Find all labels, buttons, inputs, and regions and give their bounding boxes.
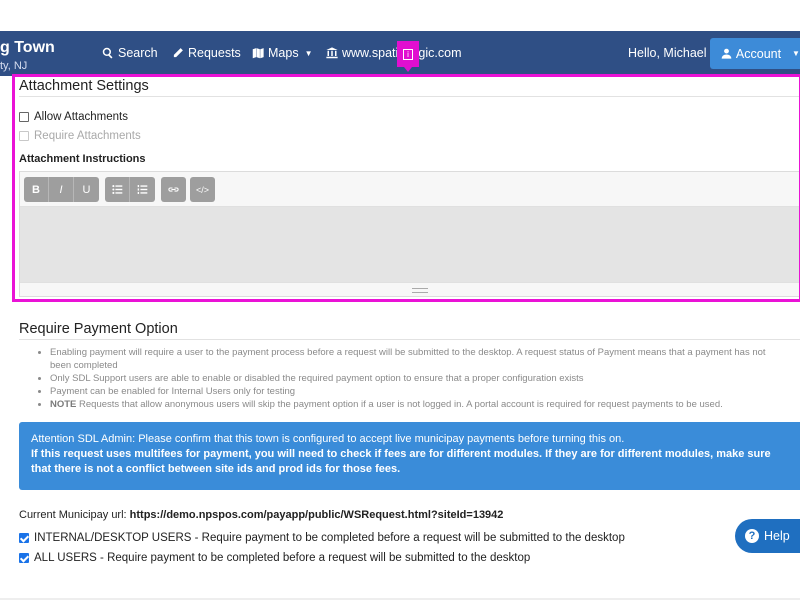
question-icon: ? (745, 529, 759, 543)
info-icon: i (403, 48, 413, 60)
payment-info-list: Enabling payment will require a user to … (38, 346, 788, 411)
admin-alert: Attention SDL Admin: Please confirm that… (19, 422, 800, 490)
numbered-list-icon (137, 185, 148, 194)
require-attachments-checkbox (19, 131, 29, 141)
map-icon (252, 48, 264, 59)
bulleted-list-button[interactable] (105, 177, 130, 202)
nav-maps-dropdown[interactable]: Maps ▼ (252, 46, 313, 60)
list-item: Only SDL Support users are able to enabl… (50, 372, 788, 385)
help-button[interactable]: ? Help (735, 519, 800, 553)
all-users-payment-label: ALL USERS - Require payment to be comple… (34, 552, 531, 564)
bold-icon: B (32, 183, 40, 196)
link-group (161, 177, 186, 202)
list-item: Enabling payment will require a user to … (50, 346, 788, 372)
list-group (105, 177, 155, 202)
attachment-instructions-input[interactable] (20, 207, 799, 282)
require-attachments-option: Require Attachments (19, 130, 141, 142)
list-item: NOTE Requests that allow anonymous users… (50, 398, 788, 411)
internal-users-payment-checkbox[interactable] (19, 533, 29, 543)
italic-icon: I (59, 183, 63, 196)
account-dropdown-toggle[interactable]: ▼ (792, 38, 800, 69)
list-item: Payment can be enabled for Internal User… (50, 385, 788, 398)
attachment-instructions-editor: B I U </> (19, 171, 800, 297)
town-name[interactable]: g Town (0, 39, 55, 57)
numbered-list-button[interactable] (130, 177, 155, 202)
municipay-url-value: https://demo.npspos.com/payapp/public/WS… (129, 509, 504, 521)
underline-icon: U (82, 183, 91, 196)
nav-search[interactable]: Search (102, 46, 158, 60)
insert-link-button[interactable] (161, 177, 186, 202)
allow-attachments-option[interactable]: Allow Attachments (19, 111, 128, 123)
chevron-down-icon: ▼ (304, 48, 313, 58)
bulleted-list-icon (111, 185, 122, 194)
alert-multifee-text: If this request uses multifees for payme… (31, 448, 771, 475)
help-label: Help (764, 529, 790, 543)
user-greeting: Hello, Michael (628, 46, 707, 60)
note-text: Requests that allow anonymous users will… (76, 399, 723, 410)
italic-button[interactable]: I (49, 177, 74, 202)
user-icon (721, 48, 732, 59)
allow-attachments-label: Allow Attachments (34, 111, 128, 123)
code-group: </> (190, 177, 215, 202)
all-users-payment-checkbox[interactable] (19, 553, 29, 563)
nav-maps-label: Maps (268, 46, 299, 60)
code-icon: </> (195, 184, 209, 195)
editor-resize-handle[interactable] (20, 282, 799, 296)
bold-button[interactable]: B (24, 177, 49, 202)
account-label: Account (735, 46, 782, 61)
nav-search-label: Search (118, 46, 158, 60)
note-label: NOTE (50, 399, 77, 410)
municipay-url: Current Municipay url: https://demo.npsp… (19, 509, 503, 521)
nav-requests[interactable]: Requests (172, 46, 241, 60)
internal-users-payment-option[interactable]: INTERNAL/DESKTOP USERS - Require payment… (19, 532, 625, 544)
internal-users-payment-label: INTERNAL/DESKTOP USERS - Require payment… (34, 532, 625, 544)
alert-attention-text: Attention SDL Admin: Please confirm that… (31, 433, 625, 445)
institution-icon (326, 47, 338, 59)
divider (19, 339, 800, 340)
allow-attachments-checkbox[interactable] (19, 112, 29, 122)
town-location: ty, NJ (0, 60, 28, 72)
attachment-instructions-label: Attachment Instructions (19, 153, 146, 165)
annotation-marker: i (397, 41, 419, 72)
text-style-group: B I U (24, 177, 99, 202)
code-view-button[interactable]: </> (190, 177, 215, 202)
nav-website-link[interactable]: www.spatia logic.com (326, 46, 462, 60)
all-users-payment-option[interactable]: ALL USERS - Require payment to be comple… (19, 552, 530, 564)
municipay-url-label: Current Municipay url: (19, 509, 130, 521)
nav-requests-label: Requests (188, 46, 241, 60)
account-button[interactable]: Account (710, 38, 792, 69)
require-payment-title: Require Payment Option (19, 321, 178, 337)
pencil-icon (173, 48, 183, 58)
search-icon (102, 47, 113, 59)
editor-toolbar: B I U </> (20, 172, 799, 207)
underline-button[interactable]: U (74, 177, 99, 202)
link-icon (168, 187, 179, 192)
attachment-settings-title: Attachment Settings (19, 78, 149, 94)
chevron-down-icon: ▼ (792, 49, 800, 58)
require-attachments-label: Require Attachments (34, 130, 141, 142)
divider (19, 96, 800, 97)
